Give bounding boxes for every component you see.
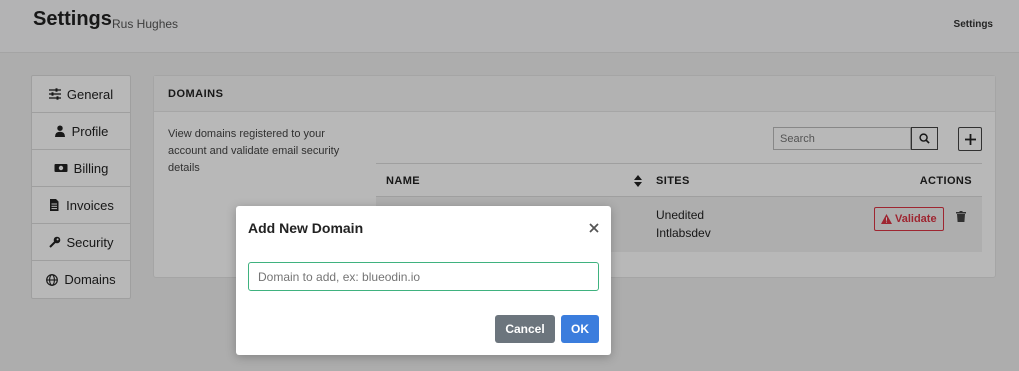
- cancel-button[interactable]: Cancel: [495, 315, 555, 343]
- ok-button[interactable]: OK: [561, 315, 599, 343]
- domain-input[interactable]: [248, 262, 599, 291]
- add-domain-dialog: Add New Domain Cancel OK: [236, 206, 611, 355]
- dialog-title: Add New Domain: [248, 220, 364, 236]
- close-icon[interactable]: [589, 218, 599, 236]
